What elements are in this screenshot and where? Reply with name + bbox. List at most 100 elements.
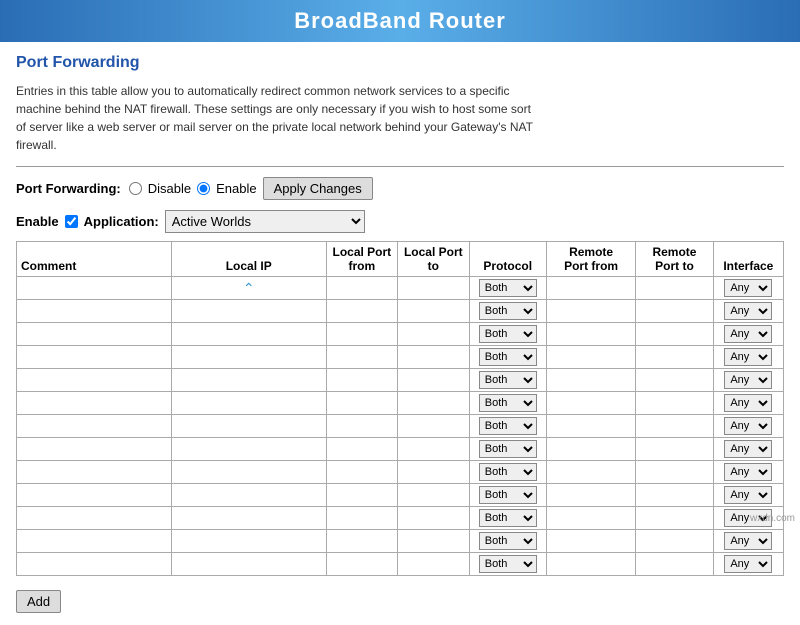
remote-port-to-cell[interactable] xyxy=(636,369,713,392)
protocol-select[interactable]: BothTCPUDP xyxy=(479,325,537,343)
local-port-to-cell[interactable] xyxy=(398,530,469,553)
protocol-select[interactable]: BothTCPUDP xyxy=(479,417,537,435)
interface-cell[interactable]: AnyWANLAN xyxy=(713,346,783,369)
remote-port-to-cell[interactable] xyxy=(636,323,713,346)
local-port-from-input[interactable] xyxy=(330,421,393,433)
comment-cell[interactable] xyxy=(17,507,172,530)
remote-port-from-input[interactable] xyxy=(551,375,632,387)
protocol-select[interactable]: BothTCPUDP xyxy=(479,532,537,550)
local-port-from-input[interactable] xyxy=(330,559,393,571)
interface-select[interactable]: AnyWANLAN xyxy=(724,325,772,343)
protocol-select[interactable]: BothTCPUDP xyxy=(479,509,537,527)
local-ip-cell[interactable] xyxy=(171,369,326,392)
comment-input[interactable] xyxy=(21,306,166,318)
application-select[interactable]: Active Worlds xyxy=(165,210,365,233)
local-ip-input[interactable] xyxy=(176,329,321,341)
interface-select[interactable]: AnyWANLAN xyxy=(724,555,772,573)
protocol-cell[interactable]: BothTCPUDP xyxy=(469,392,546,415)
interface-select[interactable]: AnyWANLAN xyxy=(724,394,772,412)
interface-cell[interactable]: AnyWANLAN xyxy=(713,553,783,576)
protocol-cell[interactable]: BothTCPUDP xyxy=(469,300,546,323)
local-port-from-input[interactable] xyxy=(330,375,393,387)
remote-port-from-cell[interactable] xyxy=(546,300,635,323)
comment-cell[interactable] xyxy=(17,461,172,484)
interface-cell[interactable]: AnyWANLAN xyxy=(713,277,783,300)
local-port-to-cell[interactable] xyxy=(398,277,469,300)
local-port-to-input[interactable] xyxy=(402,352,465,364)
protocol-cell[interactable]: BothTCPUDP xyxy=(469,323,546,346)
remote-port-from-input[interactable] xyxy=(551,306,632,318)
remote-port-to-cell[interactable] xyxy=(636,277,713,300)
remote-port-from-cell[interactable] xyxy=(546,484,635,507)
interface-cell[interactable]: AnyWANLAN xyxy=(713,461,783,484)
local-port-from-input[interactable] xyxy=(330,329,393,341)
local-port-from-cell[interactable] xyxy=(326,530,397,553)
remote-port-to-input[interactable] xyxy=(640,513,709,525)
protocol-cell[interactable]: BothTCPUDP xyxy=(469,346,546,369)
local-ip-input[interactable] xyxy=(176,421,321,433)
remote-port-to-input[interactable] xyxy=(640,421,709,433)
local-port-to-cell[interactable] xyxy=(398,484,469,507)
remote-port-from-input[interactable] xyxy=(551,421,632,433)
local-ip-input[interactable] xyxy=(176,352,321,364)
local-port-from-input[interactable] xyxy=(330,490,393,502)
remote-port-to-cell[interactable] xyxy=(636,507,713,530)
interface-select[interactable]: AnyWANLAN xyxy=(724,348,772,366)
local-port-from-cell[interactable] xyxy=(326,553,397,576)
protocol-select[interactable]: BothTCPUDP xyxy=(479,463,537,481)
remote-port-from-input[interactable] xyxy=(551,283,632,295)
interface-cell[interactable]: AnyWANLAN xyxy=(713,438,783,461)
remote-port-to-cell[interactable] xyxy=(636,392,713,415)
protocol-select[interactable]: BothTCPUDP xyxy=(479,348,537,366)
local-port-from-input[interactable] xyxy=(330,536,393,548)
local-ip-input[interactable] xyxy=(176,490,321,502)
local-port-from-input[interactable] xyxy=(330,398,393,410)
local-port-from-input[interactable] xyxy=(330,444,393,456)
protocol-cell[interactable]: BothTCPUDP xyxy=(469,530,546,553)
comment-cell[interactable] xyxy=(17,300,172,323)
comment-input[interactable] xyxy=(21,421,166,433)
remote-port-to-input[interactable] xyxy=(640,559,709,571)
local-port-from-cell[interactable] xyxy=(326,369,397,392)
interface-cell[interactable]: AnyWANLAN xyxy=(713,484,783,507)
remote-port-to-cell[interactable] xyxy=(636,438,713,461)
interface-select[interactable]: AnyWANLAN xyxy=(724,371,772,389)
remote-port-from-input[interactable] xyxy=(551,467,632,479)
interface-cell[interactable]: AnyWANLAN xyxy=(713,392,783,415)
local-port-to-input[interactable] xyxy=(402,421,465,433)
remote-port-to-cell[interactable] xyxy=(636,553,713,576)
local-ip-cell[interactable] xyxy=(171,438,326,461)
protocol-select[interactable]: BothTCPUDP xyxy=(479,371,537,389)
local-port-to-cell[interactable] xyxy=(398,369,469,392)
comment-input[interactable] xyxy=(21,467,166,479)
add-button[interactable]: Add xyxy=(16,590,61,613)
protocol-cell[interactable]: BothTCPUDP xyxy=(469,484,546,507)
local-port-to-cell[interactable] xyxy=(398,392,469,415)
protocol-select[interactable]: BothTCPUDP xyxy=(479,440,537,458)
local-port-from-input[interactable] xyxy=(330,306,393,318)
remote-port-from-cell[interactable] xyxy=(546,346,635,369)
interface-select[interactable]: AnyWANLAN xyxy=(724,440,772,458)
comment-input[interactable] xyxy=(21,283,166,295)
interface-select[interactable]: AnyWANLAN xyxy=(724,279,772,297)
local-ip-input[interactable] xyxy=(176,536,321,548)
interface-select[interactable]: AnyWANLAN xyxy=(724,302,772,320)
remote-port-from-cell[interactable] xyxy=(546,277,635,300)
remote-port-from-input[interactable] xyxy=(551,398,632,410)
local-port-to-cell[interactable] xyxy=(398,300,469,323)
remote-port-to-cell[interactable] xyxy=(636,530,713,553)
comment-input[interactable] xyxy=(21,559,166,571)
comment-cell[interactable] xyxy=(17,530,172,553)
remote-port-from-cell[interactable] xyxy=(546,323,635,346)
interface-cell[interactable]: AnyWANLAN xyxy=(713,369,783,392)
remote-port-from-input[interactable] xyxy=(551,513,632,525)
comment-cell[interactable] xyxy=(17,369,172,392)
comment-cell[interactable] xyxy=(17,553,172,576)
local-ip-input[interactable] xyxy=(176,559,321,571)
local-port-to-cell[interactable] xyxy=(398,415,469,438)
protocol-select[interactable]: BothTCPUDP xyxy=(479,555,537,573)
local-ip-cell[interactable]: ⌃ xyxy=(171,277,326,300)
local-port-to-input[interactable] xyxy=(402,467,465,479)
comment-input[interactable] xyxy=(21,329,166,341)
protocol-select[interactable]: BothTCPUDP xyxy=(479,486,537,504)
